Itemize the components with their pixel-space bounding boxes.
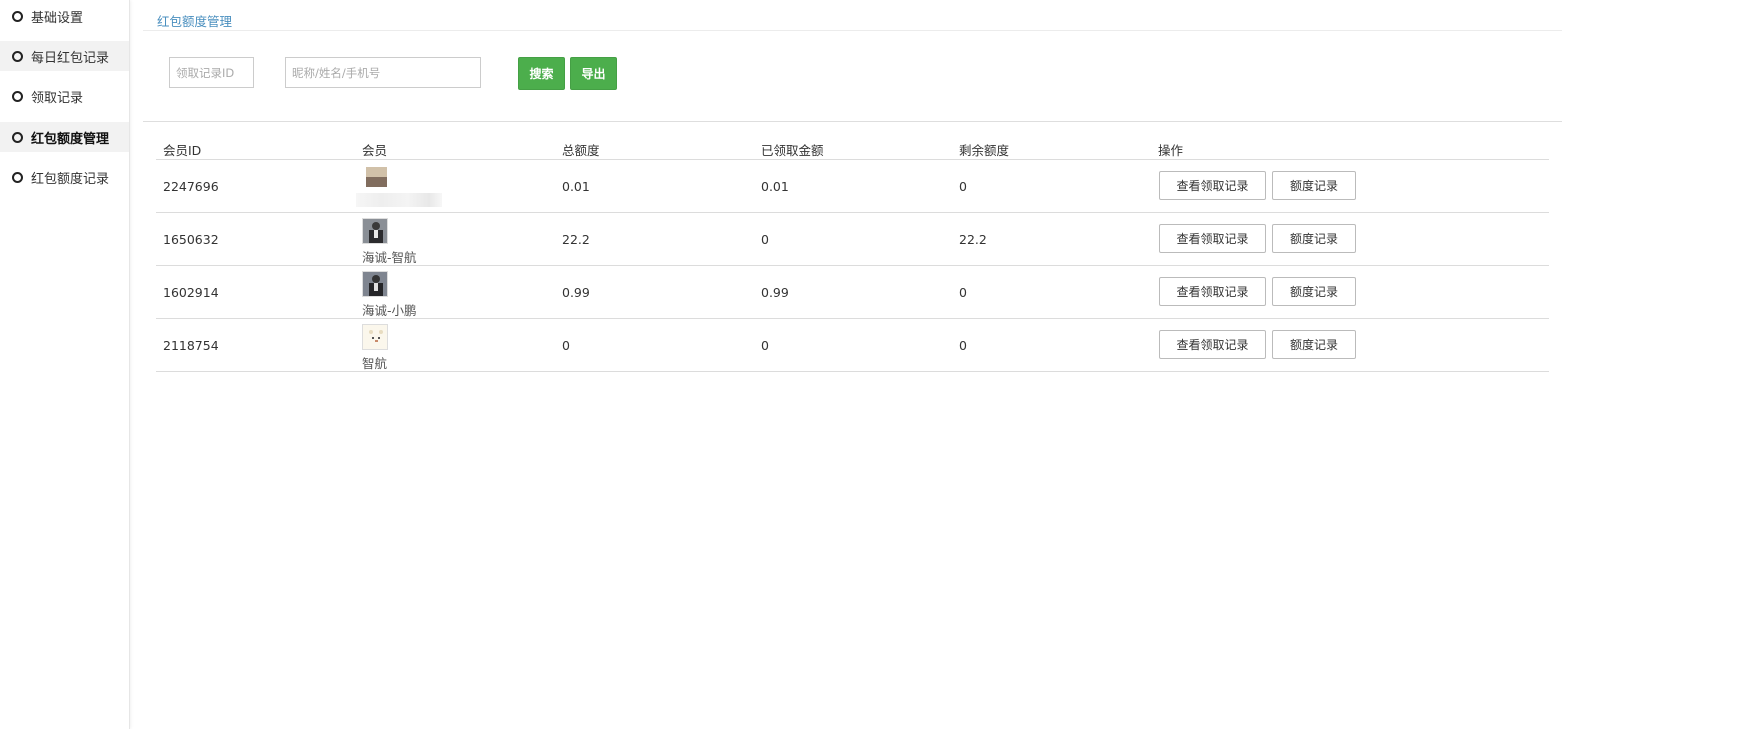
received-amount: 0 bbox=[761, 232, 769, 247]
quota-records-button[interactable]: 额度记录 bbox=[1272, 277, 1356, 306]
avatar bbox=[362, 218, 388, 244]
avatar bbox=[362, 271, 388, 297]
sidebar-item-label: 每日红包记录 bbox=[31, 50, 110, 66]
sidebar-item-quota-records[interactable]: 红包额度记录 bbox=[0, 162, 129, 192]
quota-records-button[interactable]: 额度记录 bbox=[1272, 330, 1356, 359]
quota-records-button[interactable]: 额度记录 bbox=[1272, 224, 1356, 253]
sidebar: 基础设置 每日红包记录 领取记录 红包额度管理 红包额度记录 bbox=[0, 0, 130, 729]
divider bbox=[143, 121, 1562, 122]
member-name: 智航 bbox=[362, 356, 388, 371]
member-id: 1650632 bbox=[163, 232, 219, 247]
member-id: 1602914 bbox=[163, 285, 219, 300]
page-title: 红包额度管理 bbox=[157, 14, 233, 29]
circle-icon bbox=[12, 131, 23, 143]
remaining-quota: 0 bbox=[959, 285, 967, 300]
member-cell: 海诚-小鹏 bbox=[362, 271, 417, 318]
remaining-quota: 22.2 bbox=[959, 232, 987, 247]
table-row: 2118754 智航 0 0 0 查看领取记录 额度记录 bbox=[156, 319, 1549, 372]
quota-records-button[interactable]: 额度记录 bbox=[1272, 171, 1356, 200]
sidebar-item-label: 领取记录 bbox=[31, 90, 84, 106]
column-header-total-quota: 总额度 bbox=[562, 143, 600, 158]
table-row: 2247696 0.01 0.01 0 查看领取记录 额度记录 bbox=[156, 160, 1549, 213]
circle-icon bbox=[12, 90, 23, 102]
view-claim-records-button[interactable]: 查看领取记录 bbox=[1159, 171, 1266, 200]
view-claim-records-button[interactable]: 查看领取记录 bbox=[1159, 277, 1266, 306]
sidebar-item-quota-management[interactable]: 红包额度管理 bbox=[0, 122, 129, 152]
sidebar-item-label: 基础设置 bbox=[31, 10, 84, 26]
column-header-actions: 操作 bbox=[1158, 143, 1184, 158]
view-claim-records-button[interactable]: 查看领取记录 bbox=[1159, 330, 1266, 359]
column-header-member-id: 会员ID bbox=[163, 143, 202, 158]
table-header: 会员ID 会员 总额度 已领取金额 剩余额度 操作 bbox=[156, 133, 1549, 160]
sidebar-item-daily-redpacket-records[interactable]: 每日红包记录 bbox=[0, 41, 129, 71]
member-name: 海诚-智航 bbox=[362, 250, 417, 265]
total-quota: 22.2 bbox=[562, 232, 590, 247]
circle-icon bbox=[12, 171, 23, 183]
record-id-input[interactable] bbox=[169, 57, 254, 88]
column-header-received-amount: 已领取金额 bbox=[761, 143, 824, 158]
total-quota: 0.01 bbox=[562, 179, 590, 194]
export-button[interactable]: 导出 bbox=[570, 57, 617, 90]
member-cell bbox=[356, 165, 442, 207]
search-button[interactable]: 搜索 bbox=[518, 57, 565, 90]
avatar bbox=[362, 165, 388, 191]
sidebar-item-label: 红包额度记录 bbox=[31, 171, 110, 187]
member-name: 海诚-小鹏 bbox=[362, 303, 417, 318]
received-amount: 0 bbox=[761, 338, 769, 353]
view-claim-records-button[interactable]: 查看领取记录 bbox=[1159, 224, 1266, 253]
quota-table: 会员ID 会员 总额度 已领取金额 剩余额度 操作 2247696 0.01 0… bbox=[156, 133, 1549, 372]
member-id: 2118754 bbox=[163, 338, 219, 353]
member-search-input[interactable] bbox=[285, 57, 481, 88]
circle-icon bbox=[12, 50, 23, 62]
avatar bbox=[362, 324, 388, 350]
remaining-quota: 0 bbox=[959, 338, 967, 353]
member-id: 2247696 bbox=[163, 179, 219, 194]
main-content: 红包额度管理 搜索 导出 会员ID 会员 总额度 已领取金额 剩余额度 操作 2… bbox=[143, 0, 1562, 729]
table-row: 1650632 海诚-智航 22.2 0 22.2 查看领取记录 额度记录 bbox=[156, 213, 1549, 266]
total-quota: 0.99 bbox=[562, 285, 590, 300]
remaining-quota: 0 bbox=[959, 179, 967, 194]
column-header-member: 会员 bbox=[362, 143, 388, 158]
table-row: 1602914 海诚-小鹏 0.99 0.99 0 查看领取记录 额度记录 bbox=[156, 266, 1549, 319]
blurred-name-placeholder bbox=[356, 193, 442, 207]
received-amount: 0.01 bbox=[761, 179, 789, 194]
column-header-remaining-quota: 剩余额度 bbox=[959, 143, 1010, 158]
sidebar-item-claim-records[interactable]: 领取记录 bbox=[0, 81, 129, 111]
sidebar-item-basic-settings[interactable]: 基础设置 bbox=[0, 1, 129, 31]
member-cell: 海诚-智航 bbox=[362, 218, 417, 265]
total-quota: 0 bbox=[562, 338, 570, 353]
member-cell: 智航 bbox=[362, 324, 388, 371]
divider bbox=[143, 30, 1562, 31]
sidebar-item-label: 红包额度管理 bbox=[31, 131, 110, 147]
circle-icon bbox=[12, 10, 23, 22]
received-amount: 0.99 bbox=[761, 285, 789, 300]
